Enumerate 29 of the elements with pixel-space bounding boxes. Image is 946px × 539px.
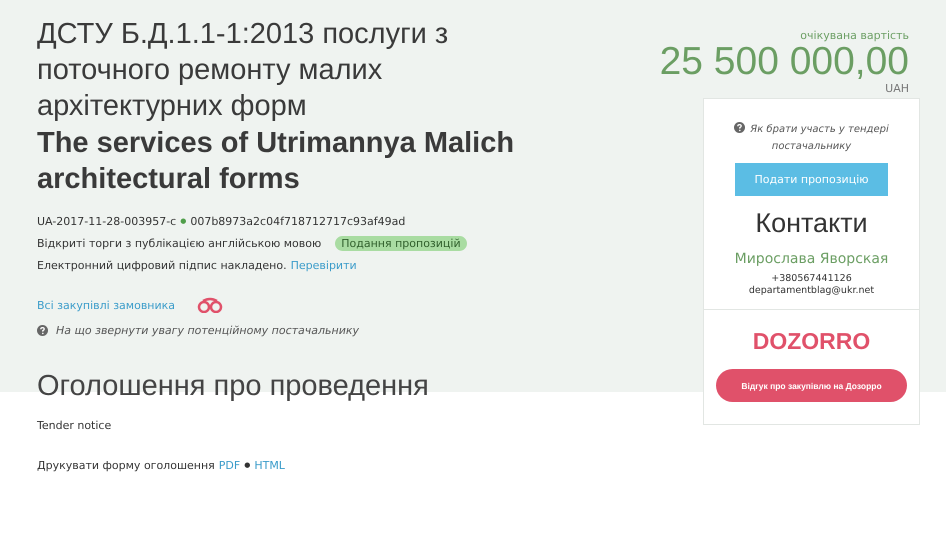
print-link[interactable]: PDF — [218, 458, 240, 472]
currency: UAH — [885, 82, 910, 95]
tender-id: UA-2017-11-28-003957-c — [37, 214, 176, 228]
feedback-button[interactable]: Відгук про закупівлю на Дозорро — [716, 369, 907, 402]
contact-name: Мирослава Яворская — [734, 251, 888, 267]
participation-help: Як брати участь у тендері постачальнику — [726, 121, 896, 155]
help-icon — [37, 324, 48, 336]
dozorro-logo: DOZORRO — [752, 328, 870, 355]
buyer-purchases-link[interactable]: Всі закупівлі замовника — [37, 298, 176, 312]
price-amount: 25 500 000,00 — [660, 42, 910, 82]
tender-title: ДСТУ Б.Д.1.1-1:2013 послуги з поточного ремонту малих архітектурних форм — [37, 17, 450, 124]
tender-hash: 007b8973a2c04f718712717c93af49ad — [190, 214, 406, 228]
submit-bid-button[interactable]: Подати пропозицію — [735, 163, 888, 196]
status-badge: Подання пропозицій — [335, 236, 467, 250]
print-label: Друкувати форму оголошення — [37, 458, 215, 472]
supplier-hint: На що звернути увагу потенційному постачальнику — [56, 324, 360, 336]
price-label: очікувана вартість — [800, 29, 910, 42]
verify-link[interactable]: Перевірити — [290, 258, 357, 272]
tender-title-english: The services of Utrimannya Malich architectural forms — [37, 126, 516, 197]
contact-email: departamentblag@ukr.net — [748, 285, 874, 297]
contacts-title: Контакти — [755, 208, 868, 239]
procedure-type: Відкриті торги з публікацією англійською мовою — [37, 236, 322, 250]
section-subtitle: Tender notice — [37, 418, 112, 432]
print-link[interactable]: HTML — [254, 458, 285, 472]
binoculars-icon — [197, 297, 224, 313]
contact-phone: +380567441126 — [771, 273, 852, 285]
signature-text: Електронний цифровий підпис накладено. — [37, 258, 287, 272]
help-icon — [734, 122, 746, 133]
section-heading: Оголошення про проведення — [37, 370, 430, 403]
